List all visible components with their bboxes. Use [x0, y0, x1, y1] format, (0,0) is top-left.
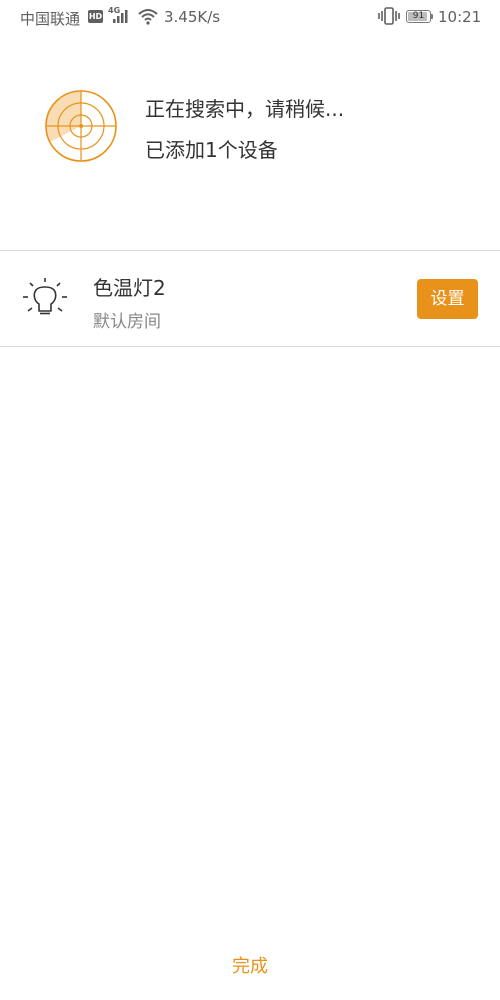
- status-bar: 中国联通 HD 4G 3.45K/s 91 10:21: [0, 0, 500, 34]
- signal-icon: [113, 10, 128, 23]
- network-speed: 3.45K/s: [164, 8, 221, 26]
- radar-icon: [45, 90, 117, 162]
- done-button[interactable]: 完成: [0, 934, 500, 1000]
- wifi-icon: [138, 9, 158, 25]
- added-device-count: 已添加1个设备: [145, 138, 278, 162]
- battery-level: 91: [412, 11, 425, 21]
- hd-icon: HD: [88, 10, 103, 23]
- bulb-icon: [23, 278, 67, 315]
- list-item: 色温灯2 默认房间 设置: [0, 251, 500, 346]
- bottom-bar: 完成: [0, 933, 500, 1000]
- search-status-text: 正在搜索中，请稍候...: [145, 97, 345, 121]
- device-room: 默认房间: [93, 312, 161, 332]
- battery-icon: 91: [406, 10, 431, 23]
- vibrate-icon: [378, 7, 400, 25]
- clock: 10:21: [438, 8, 482, 26]
- settings-button[interactable]: 设置: [417, 279, 478, 319]
- carrier-name: 中国联通: [20, 10, 81, 28]
- list-bottom-divider: [0, 346, 500, 347]
- device-name: 色温灯2: [93, 276, 166, 300]
- battery-tip: [431, 14, 433, 19]
